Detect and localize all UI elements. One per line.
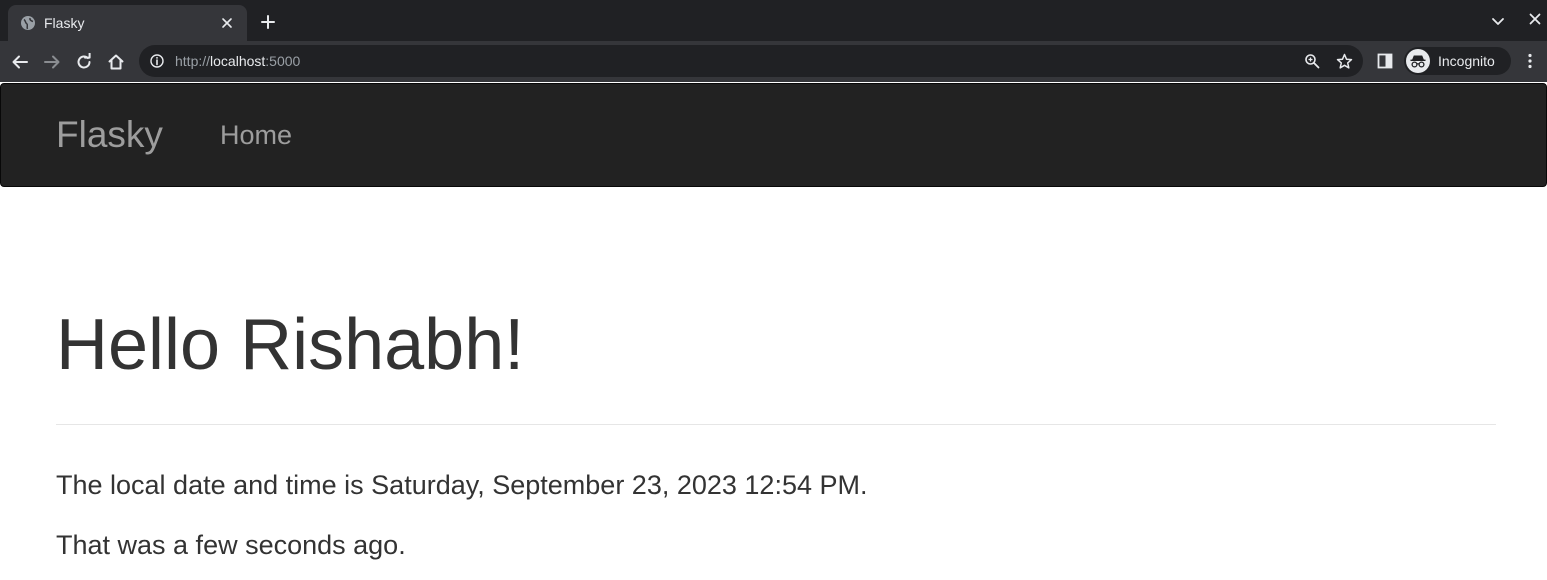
home-icon <box>108 54 124 70</box>
url-text: http://localhost:5000 <box>175 53 300 69</box>
close-icon[interactable] <box>217 13 237 33</box>
more-vertical-icon <box>1528 53 1532 69</box>
incognito-icon <box>1406 49 1430 73</box>
tab-title: Flasky <box>44 15 85 31</box>
back-button[interactable] <box>7 49 33 75</box>
profile-label: Incognito <box>1438 53 1495 69</box>
browser-toolbar: http://localhost:5000 Incognito <box>0 41 1547 82</box>
bookmark-star-icon[interactable] <box>1335 52 1353 70</box>
home-button[interactable] <box>103 49 129 75</box>
plus-icon <box>261 15 275 29</box>
close-icon <box>1529 13 1541 25</box>
url-scheme: http:// <box>175 53 211 69</box>
incognito-profile-button[interactable]: Incognito <box>1404 47 1511 75</box>
chevron-down-icon <box>1492 18 1504 25</box>
arrow-left-icon <box>12 55 28 69</box>
new-tab-button[interactable] <box>256 10 280 34</box>
url-host: localhost <box>210 53 266 69</box>
tab-search-button[interactable] <box>1486 10 1510 34</box>
browser-tab[interactable]: Flasky <box>8 5 247 41</box>
zoom-icon[interactable] <box>1303 52 1321 70</box>
globe-icon <box>20 15 36 31</box>
address-bar[interactable]: http://localhost:5000 <box>139 45 1363 77</box>
reload-icon <box>77 53 91 69</box>
relative-time-text: That was a few seconds ago. <box>56 530 406 560</box>
url-port: :5000 <box>265 53 301 69</box>
reload-button[interactable] <box>71 49 97 75</box>
nav-link-home[interactable]: Home <box>220 118 292 152</box>
page-heading: Hello Rishabh! <box>56 305 525 385</box>
local-datetime-text: The local date and time is Saturday, Sep… <box>56 470 868 500</box>
site-navbar: Flasky Home <box>0 83 1547 187</box>
heading-divider <box>56 424 1496 425</box>
window-close-button[interactable] <box>1524 8 1546 30</box>
side-panel-icon <box>1377 53 1393 69</box>
info-icon[interactable] <box>149 53 165 69</box>
navbar-brand-link[interactable]: Flasky <box>56 113 163 157</box>
side-panel-button[interactable] <box>1374 50 1396 72</box>
browser-menu-button[interactable] <box>1520 50 1540 72</box>
forward-button[interactable] <box>39 49 65 75</box>
browser-tab-strip: Flasky <box>0 0 1547 41</box>
arrow-right-icon <box>44 55 60 69</box>
